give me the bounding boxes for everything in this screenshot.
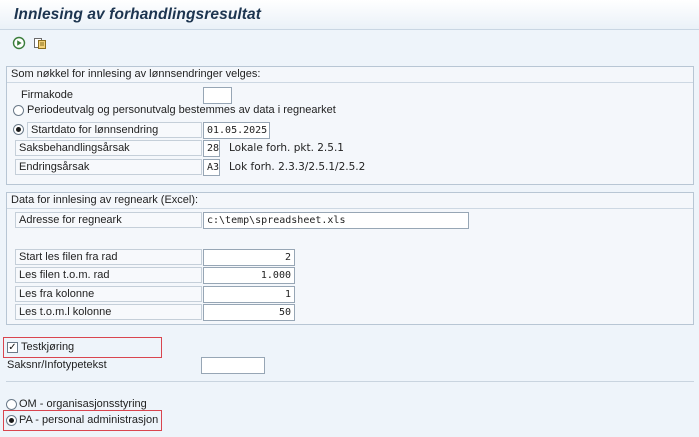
- case-label: Saksnr/Infotypetekst: [7, 359, 107, 371]
- application-toolbar: [0, 31, 699, 56]
- separator: [6, 381, 694, 382]
- to-column-label: Les t.o.m.l kolonne: [15, 304, 202, 320]
- reason-label: Saksbehandlingsårsak: [15, 140, 202, 156]
- test-run-checkbox[interactable]: ✓: [7, 342, 18, 353]
- from-column-field[interactable]: 1: [203, 286, 295, 303]
- end-row-field[interactable]: 1.000: [203, 267, 295, 284]
- to-column-field[interactable]: 50: [203, 304, 295, 321]
- page-title: Innlesing av forhandlingsresultat: [14, 6, 262, 23]
- from-column-label: Les fra kolonne: [15, 286, 202, 302]
- change-reason-text: Lok forh. 2.3.3/2.5.1/2.5.2: [229, 161, 366, 173]
- radio-period-from-sheet[interactable]: [13, 105, 24, 116]
- get-variant-icon[interactable]: [31, 34, 49, 52]
- spreadsheet-data-group: Data for innlesing av regneark (Excel): …: [6, 192, 694, 325]
- address-field[interactable]: c:\temp\spreadsheet.xls: [203, 212, 469, 229]
- radio-pa-label: PA - personal administrasjon: [19, 414, 159, 426]
- change-reason-field[interactable]: A3: [203, 159, 220, 176]
- radio-start-date[interactable]: [13, 124, 24, 135]
- company-code-label: Firmakode: [21, 89, 73, 101]
- reason-text: Lokale forh. pkt. 2.5.1: [229, 142, 344, 154]
- radio-pa[interactable]: [6, 415, 17, 426]
- start-row-label: Start les filen fra rad: [15, 249, 202, 265]
- radio-om[interactable]: [6, 399, 17, 410]
- spreadsheet-data-group-title: Data for innlesing av regneark (Excel):: [7, 193, 693, 209]
- end-row-label: Les filen t.o.m. rad: [15, 267, 202, 283]
- radio-period-from-sheet-label: Periodeutvalg og personutvalg bestemmes …: [27, 104, 336, 116]
- reason-field[interactable]: 28: [203, 140, 220, 157]
- key-selection-group: Som nøkkel for innlesing av lønnsendring…: [6, 66, 694, 185]
- execute-icon[interactable]: [10, 34, 28, 52]
- title-bar: Innlesing av forhandlingsresultat: [0, 0, 699, 30]
- test-run-label: Testkjøring: [21, 341, 75, 353]
- start-date-field[interactable]: 01.05.2025: [203, 122, 270, 139]
- key-selection-group-title: Som nøkkel for innlesing av lønnsendring…: [7, 67, 693, 83]
- change-reason-label: Endringsårsak: [15, 159, 202, 175]
- start-date-label: Startdato for lønnsendring: [27, 122, 202, 138]
- start-row-field[interactable]: 2: [203, 249, 295, 266]
- address-label: Adresse for regneark: [15, 212, 202, 228]
- case-field[interactable]: [201, 357, 265, 374]
